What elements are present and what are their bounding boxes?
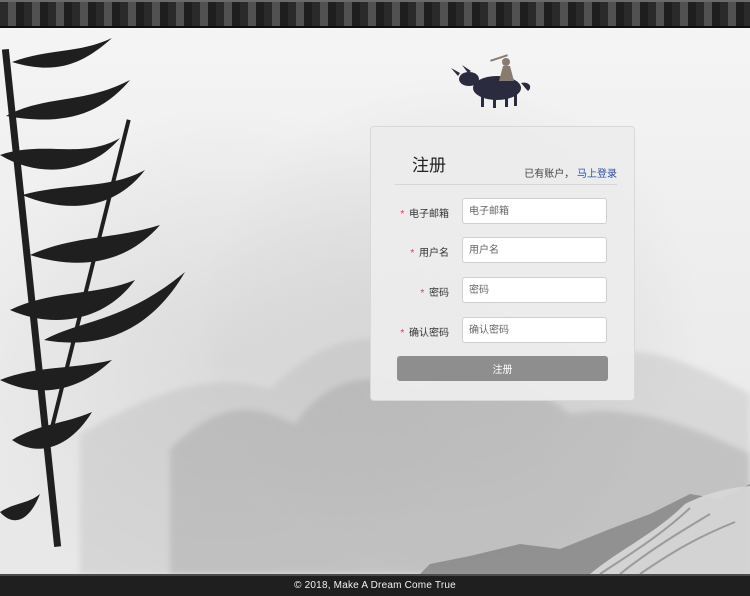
page-title: 注册: [412, 156, 446, 175]
email-row: * 电子邮箱: [397, 198, 608, 224]
password-label: * 密码: [397, 284, 449, 299]
required-mark: *: [410, 248, 415, 259]
username-label: * 用户名: [397, 244, 449, 259]
username-row: * 用户名: [397, 237, 608, 263]
password-label-text: 密码: [429, 288, 449, 299]
username-label-text: 用户名: [419, 248, 449, 259]
register-button[interactable]: 注册: [397, 356, 608, 381]
password-row: * 密码: [397, 277, 608, 303]
required-mark: *: [400, 328, 405, 339]
footer: © 2018, Make A Dream Come True: [0, 574, 750, 596]
panel-header: 注册 已有账户， 马上登录: [395, 147, 617, 185]
password-field[interactable]: [462, 277, 607, 303]
login-prompt: 已有账户， 马上登录: [524, 165, 617, 180]
email-field[interactable]: [462, 198, 607, 224]
registration-panel: 注册 已有账户， 马上登录 * 电子邮箱 * 用户名 * 密码: [370, 126, 635, 401]
required-mark: *: [420, 288, 425, 299]
bamboo-icon: [0, 38, 185, 547]
login-link[interactable]: 马上登录: [577, 169, 617, 180]
footer-text: © 2018, Make A Dream Come True: [294, 579, 456, 591]
required-mark: *: [400, 209, 405, 220]
confirm-password-label: * 确认密码: [397, 324, 449, 339]
email-label-text: 电子邮箱: [409, 209, 449, 220]
ox-rider-icon: [451, 54, 531, 108]
confirm-password-row: * 确认密码: [397, 317, 608, 343]
confirm-password-field[interactable]: [462, 317, 607, 343]
username-field[interactable]: [462, 237, 607, 263]
confirm-password-label-text: 确认密码: [409, 328, 449, 339]
login-prompt-text: 已有账户，: [524, 169, 575, 180]
registration-page: 注册 已有账户， 马上登录 * 电子邮箱 * 用户名 * 密码: [0, 0, 750, 596]
email-label: * 电子邮箱: [397, 205, 449, 220]
